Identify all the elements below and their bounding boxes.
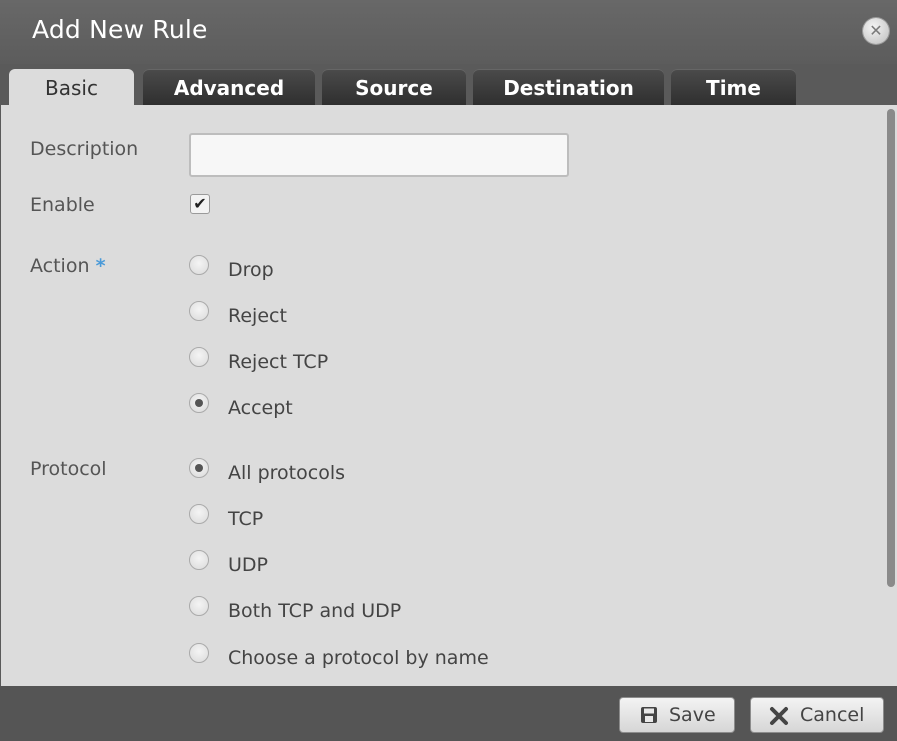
action-accept-label[interactable]: Accept <box>228 397 293 419</box>
scrollbar-thumb[interactable] <box>887 109 895 587</box>
tab-source[interactable]: Source <box>322 69 466 105</box>
action-drop-label[interactable]: Drop <box>228 259 274 281</box>
tab-time[interactable]: Time <box>671 69 796 105</box>
cancel-icon <box>769 706 789 731</box>
action-label-text: Action <box>30 255 90 277</box>
protocol-udp-label[interactable]: UDP <box>228 554 268 576</box>
protocol-all-radio[interactable] <box>189 458 209 478</box>
protocol-udp-radio[interactable] <box>189 550 209 570</box>
tab-destination[interactable]: Destination <box>473 69 664 105</box>
protocol-label: Protocol <box>30 458 107 480</box>
action-reject-label[interactable]: Reject <box>228 305 287 327</box>
enable-checkbox[interactable]: ✔ <box>190 194 210 214</box>
save-button-label: Save <box>669 704 716 726</box>
tab-advanced[interactable]: Advanced <box>143 69 315 105</box>
tab-basic[interactable]: Basic <box>9 69 134 105</box>
close-icon[interactable]: ✕ <box>863 18 889 44</box>
enable-label: Enable <box>30 194 95 216</box>
save-button[interactable]: Save <box>619 697 735 733</box>
action-reject-radio[interactable] <box>189 301 209 321</box>
save-icon <box>640 706 658 729</box>
action-accept-radio[interactable] <box>189 393 209 413</box>
protocol-both-radio[interactable] <box>189 596 209 616</box>
action-drop-radio[interactable] <box>189 255 209 275</box>
dialog-titlebar: Add New Rule ✕ <box>0 0 897 64</box>
description-input[interactable] <box>189 133 569 177</box>
protocol-both-label[interactable]: Both TCP and UDP <box>228 600 401 622</box>
action-reject-tcp-label[interactable]: Reject TCP <box>228 351 328 373</box>
tab-bar: Basic Advanced Source Destination Time <box>0 64 897 105</box>
cancel-button[interactable]: Cancel <box>750 697 884 733</box>
protocol-by-name-radio[interactable] <box>189 643 209 663</box>
description-label: Description <box>30 138 139 160</box>
add-rule-dialog: Add New Rule ✕ Basic Advanced Source Des… <box>0 0 897 741</box>
vertical-scrollbar[interactable] <box>884 105 897 686</box>
protocol-by-name-label[interactable]: Choose a protocol by name <box>228 647 489 669</box>
protocol-all-label[interactable]: All protocols <box>228 462 345 484</box>
cancel-button-label: Cancel <box>800 704 865 726</box>
protocol-tcp-label[interactable]: TCP <box>228 508 263 530</box>
action-reject-tcp-radio[interactable] <box>189 347 209 367</box>
basic-tab-panel <box>1 105 884 686</box>
action-label: Action * <box>30 255 106 277</box>
protocol-tcp-radio[interactable] <box>189 504 209 524</box>
required-mark: * <box>95 255 106 277</box>
dialog-title: Add New Rule <box>32 15 208 44</box>
